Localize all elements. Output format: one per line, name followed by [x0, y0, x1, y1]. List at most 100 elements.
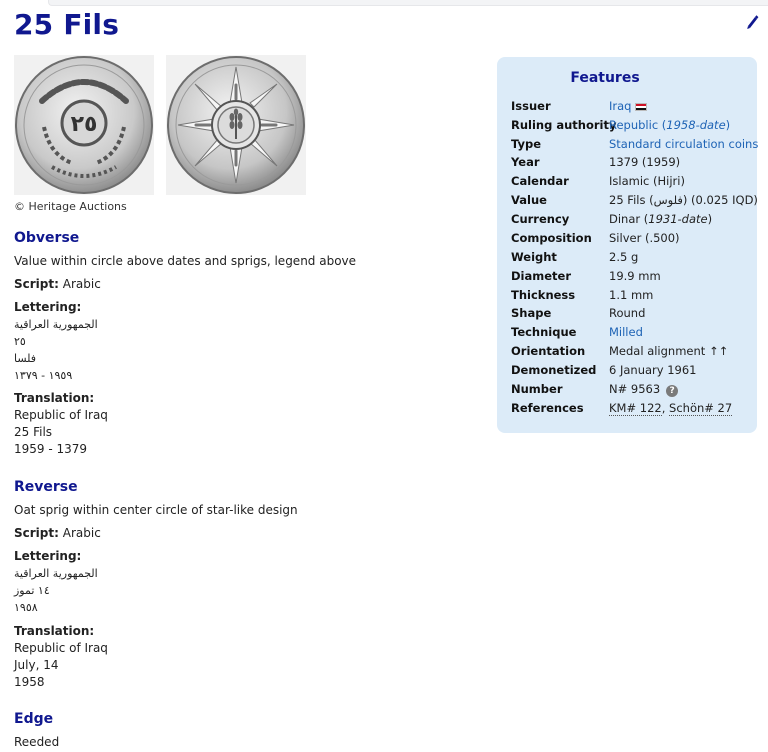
- obverse-translation-line: 1959 - 1379: [14, 442, 88, 456]
- reverse-lettering-label: Lettering:: [14, 549, 82, 563]
- obverse-lettering-line: فلسا: [14, 352, 37, 365]
- reverse-translation-line: July, 14: [14, 658, 59, 672]
- reverse-translation-line: 1958: [14, 675, 45, 689]
- issuer-link[interactable]: Iraq: [609, 99, 631, 113]
- type-link[interactable]: Standard circulation coins: [609, 137, 758, 151]
- technique-link[interactable]: Milled: [609, 325, 643, 339]
- features-title: Features: [570, 70, 640, 86]
- reverse-coin-image[interactable]: [166, 55, 306, 195]
- feature-row-references: References KM# 122, Schön# 27: [511, 401, 757, 420]
- obverse-script-value: Arabic: [62, 277, 101, 291]
- reverse-translation-label: Translation:: [14, 624, 95, 638]
- feature-key: Orientation: [511, 344, 586, 358]
- reverse-lettering-line: ١٩٥٨: [14, 601, 38, 614]
- feature-key: Technique: [511, 325, 577, 339]
- feature-key: Value: [511, 193, 547, 207]
- feature-value: Silver (.500): [609, 231, 680, 245]
- feature-value: Round: [609, 306, 646, 320]
- feature-key: Year: [511, 155, 540, 169]
- reverse-script-value: Arabic: [62, 526, 101, 540]
- reverse-lettering-line: ١٤ تموز: [14, 584, 50, 597]
- feature-key: Ruling authority: [511, 118, 617, 132]
- obverse-lettering-line: ٢٥: [14, 335, 26, 348]
- browser-top-strip: [48, 0, 768, 6]
- feature-key: References: [511, 401, 584, 415]
- question-help-icon[interactable]: ?: [666, 385, 679, 397]
- feature-key: Shape: [511, 306, 552, 320]
- obverse-coin-image[interactable]: ٢٥: [14, 55, 154, 195]
- image-credit: © Heritage Auctions: [14, 200, 127, 213]
- edge-value: Reeded: [14, 735, 60, 749]
- iraq-flag-icon: [635, 103, 648, 111]
- feature-key: Weight: [511, 250, 557, 264]
- feature-row-weight: Weight 2.5 g: [511, 250, 757, 269]
- feature-key: Thickness: [511, 288, 576, 302]
- currency-close: ): [707, 212, 713, 226]
- edge-heading: Edge: [14, 711, 54, 727]
- obverse-script-label: Script:: [14, 277, 59, 291]
- obverse-translation-line: 25 Fils: [14, 425, 53, 439]
- feature-row-currency: Currency Dinar (1931-date): [511, 212, 757, 231]
- page-title: 25 Fils: [14, 8, 120, 41]
- feature-value: Iraq: [609, 99, 648, 113]
- feature-row-calendar: Calendar Islamic (Hijri): [511, 174, 757, 193]
- feature-value: N# 9563?: [609, 382, 679, 397]
- feature-key: Type: [511, 137, 542, 151]
- obverse-script: Script: Arabic: [14, 276, 101, 293]
- feature-key: Currency: [511, 212, 570, 226]
- feature-value: 2.5 g: [609, 250, 639, 264]
- reverse-description: Oat sprig within center circle of star-l…: [14, 503, 298, 517]
- currency-text: Dinar (: [609, 212, 649, 226]
- obverse-description: Value within circle above dates and spri…: [14, 254, 357, 268]
- ruling-authority-dates: 1958-date: [666, 118, 726, 132]
- edit-pencil-icon[interactable]: [745, 14, 759, 30]
- reverse-lettering-line: الجمهورية العراقية: [14, 567, 98, 580]
- feature-row-number: Number N# 9563?: [511, 382, 757, 401]
- currency-dates: 1931-date: [648, 212, 708, 226]
- ruling-authority-link[interactable]: Republic (1958-date): [609, 118, 730, 132]
- feature-value: 19.9 mm: [609, 269, 661, 283]
- reverse-translation-line: Republic of Iraq: [14, 641, 108, 655]
- feature-row-composition: Composition Silver (.500): [511, 231, 757, 250]
- obverse-translation-line: Republic of Iraq: [14, 408, 108, 422]
- feature-value: Medal alignment ↑↑: [609, 344, 729, 358]
- reverse-script-label: Script:: [14, 526, 59, 540]
- reverse-heading: Reverse: [14, 479, 78, 495]
- feature-row-ruling-authority: Ruling authority Republic (1958-date): [511, 118, 757, 137]
- feature-row-thickness: Thickness 1.1 mm: [511, 288, 757, 307]
- feature-value: 6 January 1961: [609, 363, 697, 377]
- feature-value: 1.1 mm: [609, 288, 654, 302]
- obverse-lettering-label: Lettering:: [14, 300, 82, 314]
- feature-key: Diameter: [511, 269, 571, 283]
- feature-key: Calendar: [511, 174, 569, 188]
- feature-row-value: Value 25 Fils (فلوس) (0.025 IQD): [511, 193, 758, 212]
- number-value: N# 9563: [609, 382, 661, 396]
- ruling-authority-text: Republic (: [609, 118, 667, 132]
- obverse-lettering-line: الجمهورية العراقية: [14, 318, 98, 331]
- feature-row-year: Year 1379 (1959): [511, 155, 757, 174]
- feature-key: Issuer: [511, 99, 551, 113]
- obverse-lettering-line: ١٩٥٩ - ١٣٧٩: [14, 369, 73, 382]
- feature-row-issuer: Issuer Iraq: [511, 99, 757, 118]
- feature-row-shape: Shape Round: [511, 306, 757, 325]
- feature-row-technique: Technique Milled: [511, 325, 757, 344]
- reverse-script: Script: Arabic: [14, 525, 101, 542]
- feature-row-orientation: Orientation Medal alignment ↑↑: [511, 344, 757, 363]
- obverse-coin-value-text: ٢٥: [71, 112, 98, 137]
- reference-km[interactable]: KM# 122: [609, 401, 662, 416]
- reference-schon[interactable]: Schön# 27: [669, 401, 733, 416]
- feature-key: Number: [511, 382, 563, 396]
- feature-value: 1379 (1959): [609, 155, 681, 169]
- feature-row-diameter: Diameter 19.9 mm: [511, 269, 757, 288]
- feature-row-demonetized: Demonetized 6 January 1961: [511, 363, 757, 382]
- feature-key: Composition: [511, 231, 592, 245]
- feature-key: Demonetized: [511, 363, 597, 377]
- feature-row-type: Type Standard circulation coins: [511, 137, 758, 156]
- reference-separator: ,: [661, 401, 670, 415]
- features-panel: Features Issuer Iraq Ruling authority Re…: [497, 57, 758, 433]
- feature-value: Dinar (1931-date): [609, 212, 712, 226]
- obverse-heading: Obverse: [14, 230, 80, 246]
- obverse-translation-label: Translation:: [14, 391, 95, 405]
- ruling-authority-close: ): [725, 118, 731, 132]
- feature-value: KM# 122, Schön# 27: [609, 401, 733, 416]
